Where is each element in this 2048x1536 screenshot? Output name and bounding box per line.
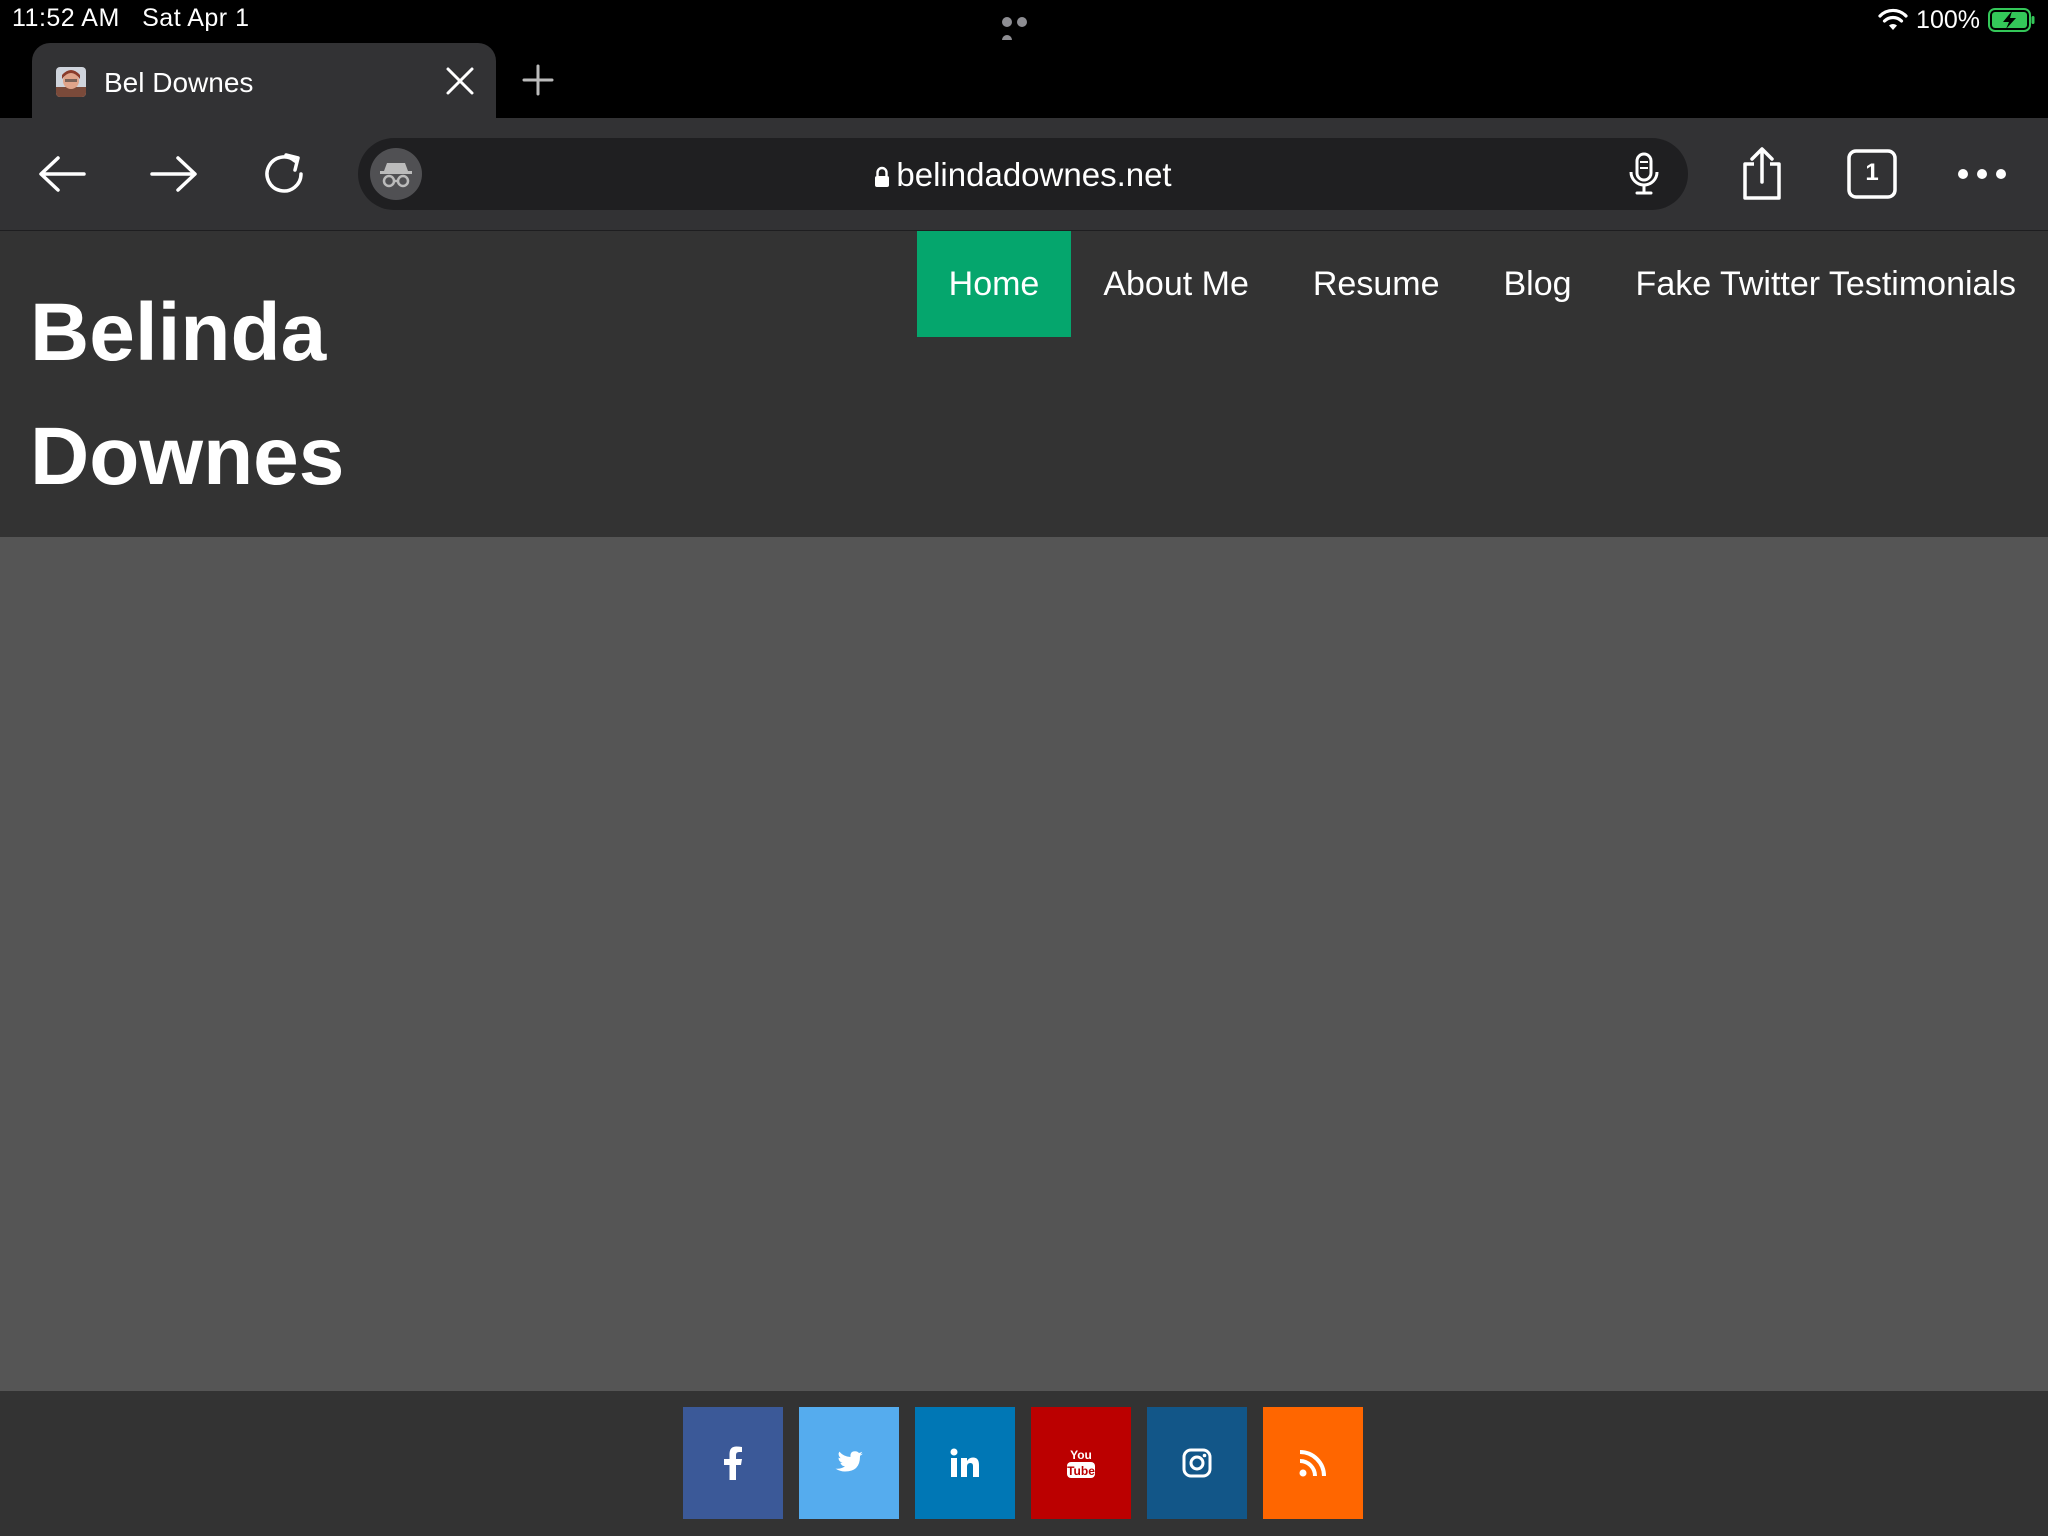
address-bar[interactable]: belindadownes.net [358,138,1688,210]
status-bar: 11:52 AM Sat Apr 1 100% [0,0,2048,45]
site-title[interactable]: Belinda Downes [30,271,390,519]
wifi-icon [1878,8,1908,32]
back-arrow-icon[interactable] [34,146,90,202]
reload-icon[interactable] [256,146,312,202]
web-page: Belinda Downes Home About Me Resume Blog… [0,231,2048,1536]
multitasking-dots[interactable] [1002,14,1046,45]
page-content [0,537,2048,1391]
main-nav: Home About Me Resume Blog Fake Twitter T… [916,231,2048,337]
forward-arrow-icon[interactable] [146,146,202,202]
site-footer: You Tube [0,1391,2048,1536]
share-icon[interactable] [1734,146,1790,202]
twitter-icon [835,1451,863,1472]
youtube-icon: You Tube [1067,1448,1095,1478]
nav-about-me[interactable]: About Me [1071,231,1281,337]
nav-resume[interactable]: Resume [1281,231,1472,337]
youtube-icon-text-you: You [1070,1448,1092,1462]
rss-icon [1299,1450,1326,1477]
status-time: 11:52 AM Sat Apr 1 [12,4,249,33]
nav-fake-twitter-testimonials[interactable]: Fake Twitter Testimonials [1604,231,2048,337]
url-display[interactable]: belindadownes.net [358,156,1688,196]
date: Sat Apr 1 [142,4,250,32]
status-indicators: 100% [1878,4,2036,36]
clock: 11:52 AM [12,4,120,32]
facebook-button[interactable] [683,1407,783,1519]
social-links: You Tube [683,1407,1363,1519]
tab-strip: Bel Downes [0,40,2048,118]
favicon-icon [56,67,86,97]
twitter-button[interactable] [799,1407,899,1519]
nav-home[interactable]: Home [916,231,1072,337]
instagram-button[interactable] [1147,1407,1247,1519]
tab-switcher-button[interactable]: 1 [1844,146,1900,202]
url-text: belindadownes.net [896,156,1172,193]
linkedin-button[interactable] [915,1407,1015,1519]
site-title-line2: Downes [30,411,345,502]
nav-blog[interactable]: Blog [1471,231,1603,337]
new-tab-plus-icon[interactable] [518,60,558,100]
browser-tab[interactable]: Bel Downes [32,43,496,118]
browser-toolbar: belindadownes.net 1 [0,118,2048,232]
microphone-icon[interactable] [1624,152,1664,196]
rss-button[interactable] [1263,1407,1363,1519]
close-tab-icon[interactable] [440,61,480,101]
site-title-line1: Belinda [30,287,327,378]
battery-charging-icon [1988,8,2036,32]
lock-icon [874,158,890,196]
facebook-icon [724,1446,742,1480]
tab-count: 1 [1865,159,1879,186]
site-header: Belinda Downes Home About Me Resume Blog… [0,231,2048,537]
instagram-icon [1182,1448,1212,1478]
battery-percent: 100% [1916,5,1980,34]
tab-title: Bel Downes [104,67,254,98]
youtube-button[interactable]: You Tube [1031,1407,1131,1519]
linkedin-icon [950,1448,979,1477]
more-menu-icon[interactable] [1954,146,2010,202]
youtube-icon-text-tube: Tube [1067,1464,1095,1478]
